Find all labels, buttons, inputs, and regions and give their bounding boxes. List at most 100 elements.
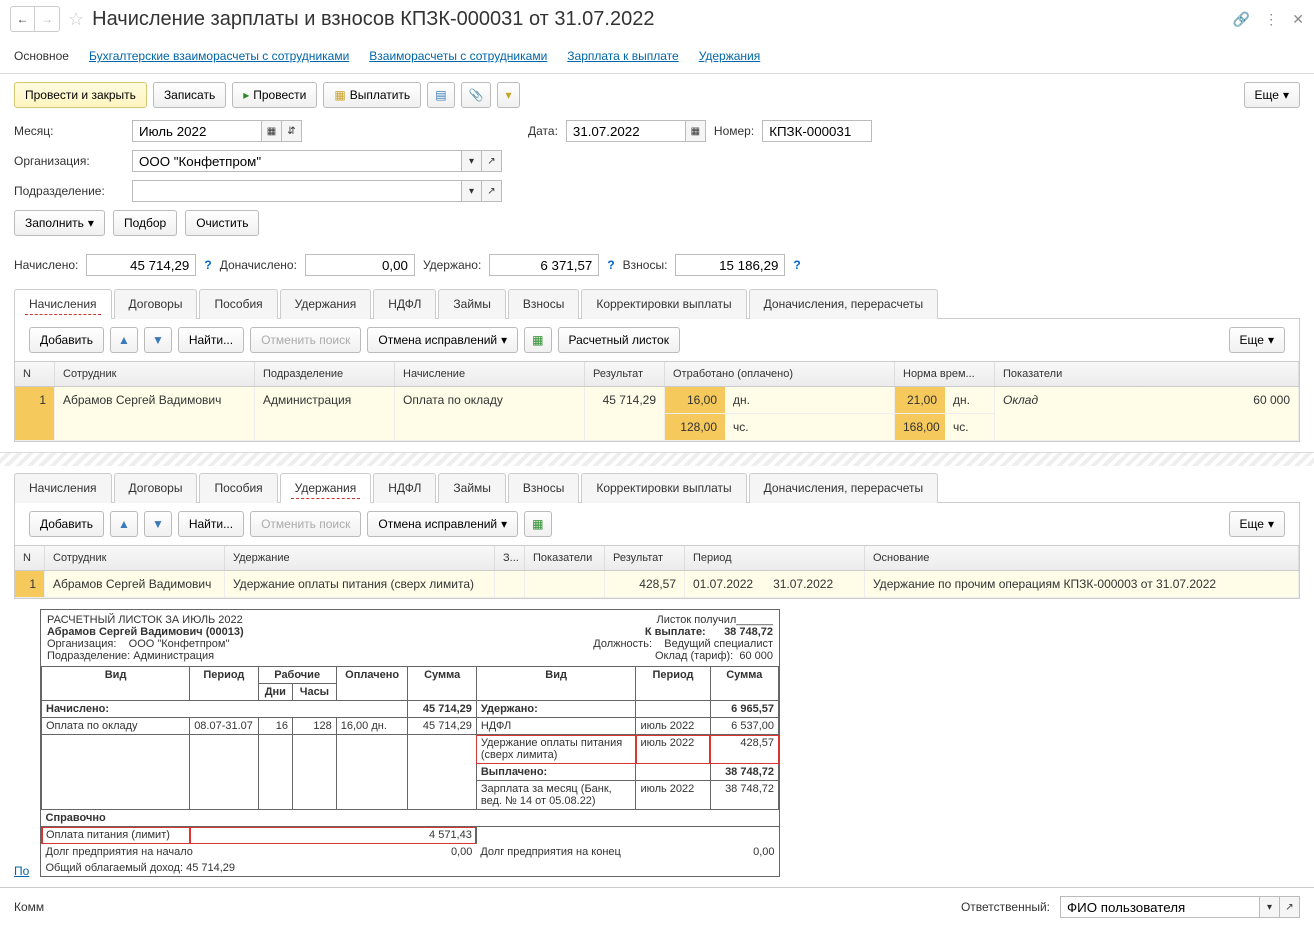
table-row[interactable]: 1 Абрамов Сергей Вадимович Администрация… [15,387,1299,441]
document-icon: ▤ [435,88,446,102]
col-ind[interactable]: Показатели [525,546,605,570]
post-close-button[interactable]: Провести и закрыть [14,82,147,108]
tab-ndfl[interactable]: НДФЛ [373,289,436,319]
col-emp[interactable]: Сотрудник [55,362,255,386]
tab-contrib[interactable]: Взносы [508,289,579,319]
find-button[interactable]: Найти... [178,327,244,353]
col-n[interactable]: N [15,546,45,570]
back-button[interactable]: ← [11,7,35,31]
clear-button[interactable]: Очистить [185,210,259,236]
tab-contracts[interactable]: Договоры [114,289,198,319]
doc-structure-button[interactable]: ▤ [427,82,454,108]
save-button[interactable]: Записать [153,82,226,108]
help-icon[interactable]: ? [793,258,800,272]
calendar-icon[interactable]: ▦ [686,120,706,142]
tab-deductions[interactable]: Удержания [280,289,372,319]
col-res[interactable]: Результат [605,546,685,570]
chevron-down-icon[interactable]: ▾ [462,180,482,202]
dept-label: Подразделение: [14,184,124,198]
tab-benefits[interactable]: Пособия [199,473,277,503]
comment-label: Комм [14,900,44,914]
date-input[interactable] [566,120,686,142]
dept-input[interactable] [132,180,462,202]
kebab-icon[interactable]: ⋮ [1264,11,1278,28]
close-icon[interactable]: ✕ [1292,11,1304,28]
col-worked[interactable]: Отработано (оплачено) [665,362,895,386]
nav-link[interactable]: Взаиморасчеты с сотрудниками [369,49,547,63]
move-up-button[interactable]: ▲ [110,327,138,353]
col-period[interactable]: Период [685,546,865,570]
extra-value [305,254,415,276]
payslip-panel: РАСЧЕТНЫЙ ЛИСТОК ЗА ИЮЛЬ 2022Листок полу… [40,609,780,877]
more-button[interactable]: Еще ▾ [1229,327,1285,353]
month-input[interactable] [132,120,262,142]
nav-link[interactable]: Бухгалтерские взаиморасчеты с сотрудника… [89,49,349,63]
nav-main[interactable]: Основное [14,49,69,63]
tab-accruals[interactable]: Начисления [14,289,112,319]
nav-link[interactable]: Удержания [699,49,761,63]
tab-accruals[interactable]: Начисления [14,473,112,503]
tab-corrections[interactable]: Корректировки выплаты [581,289,746,319]
tab-ndfl[interactable]: НДФЛ [373,473,436,503]
col-ind[interactable]: Показатели [995,362,1299,386]
tab-loans[interactable]: Займы [438,473,506,503]
tab-deductions[interactable]: Удержания [280,473,372,503]
nav-link[interactable]: Зарплата к выплате [567,49,678,63]
link-icon[interactable]: 🔗 [1233,11,1250,28]
cancel-fix-button[interactable]: Отмена исправлений ▾ [367,511,518,537]
open-icon[interactable]: ↗ [482,180,502,202]
col-norm[interactable]: Норма врем... [895,362,995,386]
grid-icon: ▦ [532,517,543,531]
more-button[interactable]: Еще ▾ [1244,82,1300,108]
attach-button[interactable]: 📎 [461,82,492,108]
open-icon[interactable]: ↗ [1280,896,1300,918]
pick-button[interactable]: Подбор [113,210,177,236]
forward-button[interactable]: → [35,7,59,31]
col-ded[interactable]: Удержание [225,546,495,570]
calendar-icon[interactable]: ▦ [262,120,282,142]
help-icon[interactable]: ? [607,258,614,272]
col-accr[interactable]: Начисление [395,362,585,386]
col-n[interactable]: N [15,362,55,386]
col-dept[interactable]: Подразделение [255,362,395,386]
move-down-button[interactable]: ▼ [144,327,172,353]
grid-settings-button[interactable]: ▦ [524,327,551,353]
col-z[interactable]: З... [495,546,525,570]
spinner-icon[interactable]: ⇵ [282,120,302,142]
more-button[interactable]: Еще ▾ [1229,511,1285,537]
pay-button[interactable]: ▦Выплатить [323,82,421,108]
page-title: Начисление зарплаты и взносов КПЗК-00003… [92,8,1225,31]
add-row-button[interactable]: Добавить [29,511,104,537]
open-icon[interactable]: ↗ [482,150,502,172]
help-icon[interactable]: ? [204,258,211,272]
grid-icon: ▦ [532,333,543,347]
payslip-button[interactable]: Расчетный листок [558,327,680,353]
chevron-down-icon[interactable]: ▾ [462,150,482,172]
fill-button[interactable]: Заполнить ▾ [14,210,105,236]
add-row-button[interactable]: Добавить [29,327,104,353]
col-res[interactable]: Результат [585,362,665,386]
move-up-button[interactable]: ▲ [110,511,138,537]
find-button[interactable]: Найти... [178,511,244,537]
favorite-star-icon[interactable]: ☆ [68,9,84,30]
tab-benefits[interactable]: Пособия [199,289,277,319]
tab-recalc[interactable]: Доначисления, перерасчеты [749,473,938,503]
grid-settings-button[interactable]: ▦ [524,511,551,537]
tab-contracts[interactable]: Договоры [114,473,198,503]
chevron-down-icon[interactable]: ▾ [1260,896,1280,918]
tab-contrib[interactable]: Взносы [508,473,579,503]
cancel-fix-button[interactable]: Отмена исправлений ▾ [367,327,518,353]
create-based-button[interactable]: ▾ [497,82,519,108]
post-button[interactable]: ▸Провести [232,82,317,108]
tab-recalc[interactable]: Доначисления, перерасчеты [749,289,938,319]
col-emp[interactable]: Сотрудник [45,546,225,570]
responsible-input[interactable] [1060,896,1260,918]
move-down-button[interactable]: ▼ [144,511,172,537]
number-input[interactable] [762,120,872,142]
tab-loans[interactable]: Займы [438,289,506,319]
footer-link[interactable]: По [14,864,29,878]
tab-corrections[interactable]: Корректировки выплаты [581,473,746,503]
org-input[interactable] [132,150,462,172]
col-basis[interactable]: Основание [865,546,1299,570]
table-row[interactable]: 1 Абрамов Сергей Вадимович Удержание опл… [15,571,1299,598]
